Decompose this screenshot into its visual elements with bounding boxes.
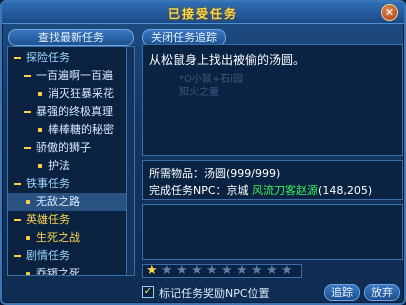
star-icon: ★ — [221, 263, 233, 278]
window-title: 已接受任务 — [167, 7, 238, 21]
npc-link[interactable]: 风流刀客赵源 — [252, 184, 318, 197]
reward-panel — [142, 204, 403, 260]
tree-category-plot[interactable]: 剧情任务 — [8, 247, 134, 265]
completion-npc: 完成任务NPC：京城 风流刀客赵源(148,205) — [149, 184, 373, 197]
track-button[interactable]: 追踪 — [324, 284, 360, 301]
tree-quest-item[interactable]: 棒棒糖的秘密 — [8, 121, 134, 139]
tree-quest-item[interactable]: 乔锣之死 — [8, 265, 134, 275]
star-icon: ★ — [266, 263, 278, 278]
abandon-button[interactable]: 放弃 — [364, 284, 400, 301]
quest-description: 从松鼠身上找出被偷的汤圆。 — [149, 53, 306, 67]
tree-quest-item[interactable]: 一百遍啊一百遍 — [8, 67, 134, 85]
star-icon: ★ — [206, 263, 218, 278]
tree-quest-item[interactable]: 护法 — [8, 157, 134, 175]
tree-scrollbar[interactable] — [126, 47, 134, 275]
required-items: 所需物品：汤圆(999/999) — [149, 167, 281, 180]
mark-npc-label: 标记任务奖励NPC位置 — [159, 287, 270, 300]
tree-quest-item[interactable]: 暴强的终极真理 — [8, 103, 134, 121]
close-icon[interactable]: ✕ — [381, 4, 398, 21]
quest-window: 已接受任务 ✕ 查找最新任务 关闭任务追踪 探险任务 一百遍啊一百遍 消灭狂暴采… — [0, 0, 406, 305]
mark-npc-checkbox[interactable]: ✓ — [142, 286, 154, 298]
watermark: *O小鼠+石i园 知火之童 — [179, 74, 244, 98]
star-icon: ★ — [176, 263, 188, 278]
quest-info-panel: 所需物品：汤圆(999/999) 完成任务NPC：京城 风流刀客赵源(148,2… — [142, 160, 403, 200]
tree-quest-item[interactable]: 消灭狂暴采花 — [8, 85, 134, 103]
tree-category-adventure[interactable]: 探险任务 — [8, 49, 134, 67]
star-icon: ★ — [161, 263, 173, 278]
quest-description-panel: 从松鼠身上找出被偷的汤圆。 *O小鼠+石i园 知火之童 — [142, 44, 403, 156]
tree-quest-item-selected[interactable]: 无敌之路 — [8, 193, 134, 211]
find-new-quest-button[interactable]: 查找最新任务 — [8, 29, 134, 46]
star-icon: ★ — [191, 263, 203, 278]
title-bar: 已接受任务 ✕ — [2, 2, 404, 24]
star-icon: ★ — [146, 263, 158, 278]
star-icon: ★ — [281, 263, 293, 278]
tree-quest-item[interactable]: 生死之战 — [8, 229, 134, 247]
star-icon: ★ — [251, 263, 263, 278]
star-icon: ★ — [236, 263, 248, 278]
tree-category-hero[interactable]: 英雄任务 — [8, 211, 134, 229]
difficulty-stars: ★ ★ ★ ★ ★ ★ ★ ★ ★ ★ — [142, 263, 302, 278]
tree-category-story[interactable]: 铁事任务 — [8, 175, 134, 193]
tree-quest-item[interactable]: 骄傲的狮子 — [8, 139, 134, 157]
quest-tree: 探险任务 一百遍啊一百遍 消灭狂暴采花 暴强的终极真理 棒棒糖的秘密 骄傲的狮子… — [7, 46, 135, 276]
